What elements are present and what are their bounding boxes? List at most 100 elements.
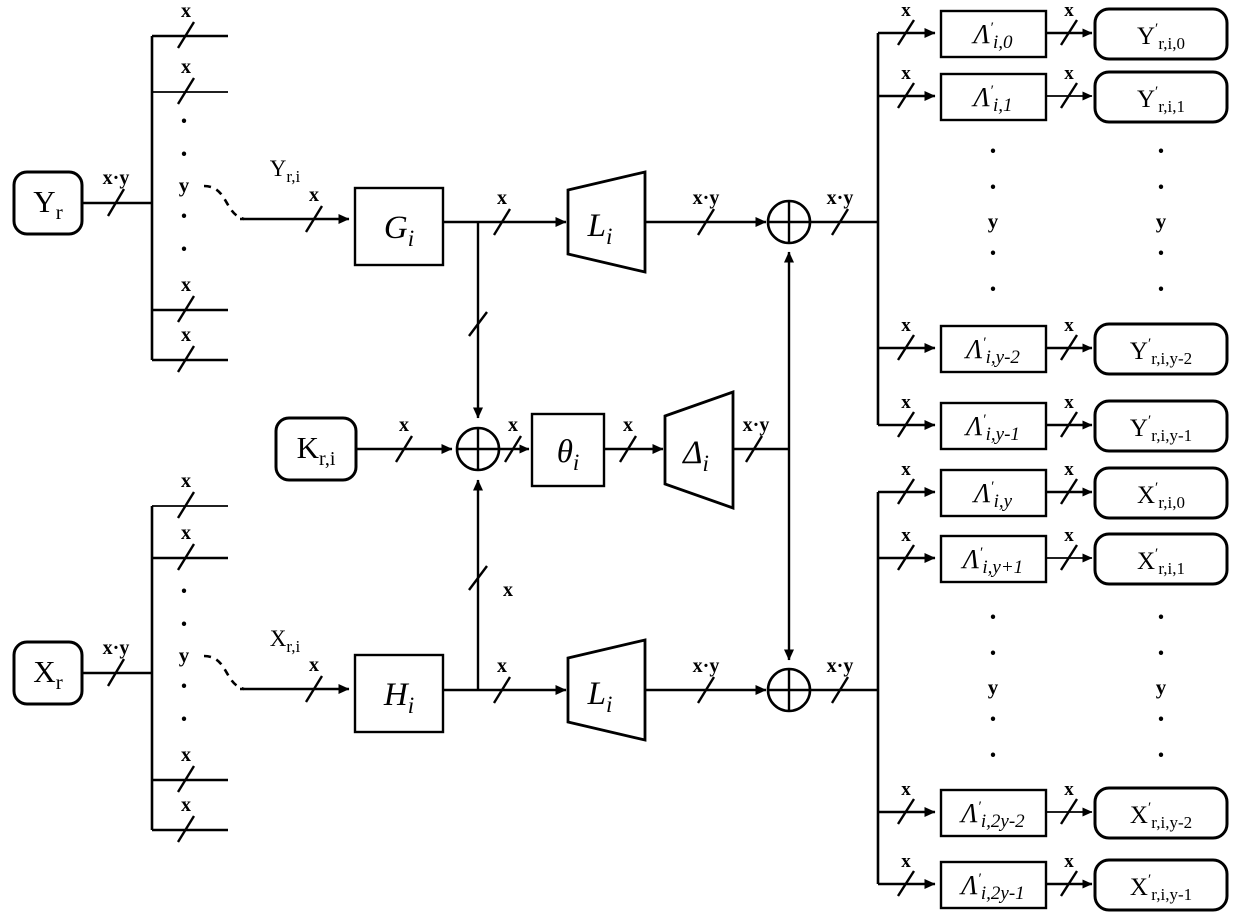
x-tapn1-width: x (181, 794, 191, 816)
output-row-bottom-2: x Λ′i,2y-2 x X′r,i,y-2 (878, 779, 1229, 840)
key-register: Kr,i (274, 416, 358, 482)
row-out-width: x (1064, 459, 1074, 480)
block-delta-label: Δ (681, 435, 702, 471)
row-out-width: x (1064, 0, 1074, 21)
x-tapn2-width: x (181, 744, 191, 766)
svg-text:y: y (988, 675, 999, 699)
block-delta: Δi (663, 390, 735, 510)
row-in-width: x (901, 459, 911, 480)
x-ellipsis-dot: · (179, 609, 188, 639)
row-out-width: x (1064, 63, 1074, 84)
diagram-canvas: Yr x·y x x · · y · · x x x Yr,i Gi x Li … (0, 0, 1240, 919)
block-h: Hi (353, 653, 445, 734)
g-to-l-link: x (443, 187, 567, 236)
svg-text:·: · (988, 238, 997, 268)
h-branch-width: x (503, 579, 513, 601)
y-ellipsis-dot: · (179, 106, 188, 136)
block-h-label: H (383, 677, 410, 713)
svg-text:·: · (1156, 172, 1165, 202)
svg-text:·: · (988, 638, 997, 668)
xorkey-to-theta-link: x (499, 414, 530, 463)
row-in-width: x (901, 63, 911, 84)
g-out-width: x (497, 187, 507, 209)
svg-text:·: · (1156, 274, 1165, 304)
output-row-top-3: x Λ′i,y-1 x Y′r,i,y-1 (878, 392, 1229, 453)
x-register-bus: x·y (82, 637, 152, 687)
y-tap-width: x (309, 184, 319, 206)
y-tapn1-width: x (181, 324, 191, 346)
svg-text:·: · (988, 136, 997, 166)
y-tap0-width: x (181, 0, 191, 22)
delta-out-link: x·y (733, 414, 790, 463)
row-in-width: x (901, 0, 911, 21)
y-tap1-width: x (181, 56, 191, 78)
g-branch-down (468, 222, 488, 419)
row-in-width: x (901, 525, 911, 546)
lbot-to-xor-link: x·y (645, 655, 767, 704)
output-top-ellipsis: · · y · · · · y · · (988, 136, 1167, 304)
block-l-top: Li (566, 170, 647, 274)
y-tap-signal-label: Yr,i (270, 156, 301, 186)
svg-text:·: · (1156, 638, 1165, 668)
row-out-width: x (1064, 525, 1074, 546)
y-ellipsis-dot: · (179, 234, 188, 264)
svg-text:·: · (1156, 740, 1165, 770)
x-ellipsis-dot: · (179, 576, 188, 606)
x-tap-width: x (309, 654, 319, 676)
y-count-marker: y (179, 173, 190, 197)
xor-key (455, 426, 501, 472)
xor-top-out: x·y (810, 187, 878, 236)
x-ellipsis-dot: · (179, 671, 188, 701)
y-register-bus: x·y (82, 167, 152, 217)
row-in-width: x (901, 851, 911, 872)
ltop-to-xor-link: x·y (645, 187, 767, 236)
x-tap-connector: x Xr,i (203, 626, 350, 703)
y-ellipsis-dot: · (179, 201, 188, 231)
xorkey-out-width: x (508, 414, 518, 436)
block-theta-label: θ (557, 434, 573, 470)
xor-top (766, 199, 812, 245)
y-tap-connector: x Yr,i (203, 156, 350, 233)
block-g-label: G (384, 210, 408, 246)
block-l-bottom-label: L (587, 676, 606, 712)
svg-text:·: · (988, 274, 997, 304)
key-bus-width: x (399, 414, 409, 436)
output-row-bottom-3: x Λ′i,2y-1 x X′r,i,y-1 (878, 851, 1229, 912)
svg-text:·: · (1156, 602, 1165, 632)
x-register-label: X (33, 654, 55, 689)
xor-top-out-width: x·y (827, 187, 854, 209)
h-out-width: x (497, 655, 507, 677)
y-bus-width: x·y (103, 167, 130, 189)
x-tap1-width: x (181, 522, 191, 544)
svg-text:·: · (988, 172, 997, 202)
key-to-xor-link: x (356, 414, 453, 463)
ltop-out-width: x·y (693, 187, 720, 209)
block-g: Gi (353, 186, 445, 267)
svg-text:·: · (988, 740, 997, 770)
svg-text:·: · (1156, 704, 1165, 734)
row-out-width: x (1064, 315, 1074, 336)
svg-text:y: y (1156, 209, 1167, 233)
xor-bottom (766, 667, 812, 713)
delta-out-width: x·y (743, 414, 770, 436)
x-register: Xr (12, 640, 84, 706)
row-out-width: x (1064, 392, 1074, 413)
output-bottom-ellipsis: · · y · · · · y · · (988, 602, 1167, 770)
xor-bottom-out: x·y (810, 655, 878, 704)
theta-out-width: x (623, 414, 633, 436)
x-ellipsis-dot: · (179, 704, 188, 734)
output-row-bottom-0: x Λ′i,y x X′r,i,0 (878, 459, 1229, 520)
xor-bottom-out-width: x·y (827, 655, 854, 677)
x-tap-signal-label: Xr,i (270, 626, 301, 656)
output-row-top-0: x Λ′i,0 x Y′r,i,0 (878, 0, 1229, 61)
output-row-top-2: x Λ′i,y-2 x Y′r,i,y-2 (878, 315, 1229, 376)
row-in-width: x (901, 315, 911, 336)
block-l-top-label: L (587, 208, 606, 244)
output-row-top-1: x Λ′i,1 x Y′r,i,1 (878, 63, 1229, 124)
lbot-out-width: x·y (693, 655, 720, 677)
y-ellipsis-dot: · (179, 139, 188, 169)
y-tapn2-width: x (181, 274, 191, 296)
svg-text:·: · (988, 602, 997, 632)
y-fanout-bus: x x · · y · · x x (150, 0, 228, 373)
row-out-width: x (1064, 851, 1074, 872)
